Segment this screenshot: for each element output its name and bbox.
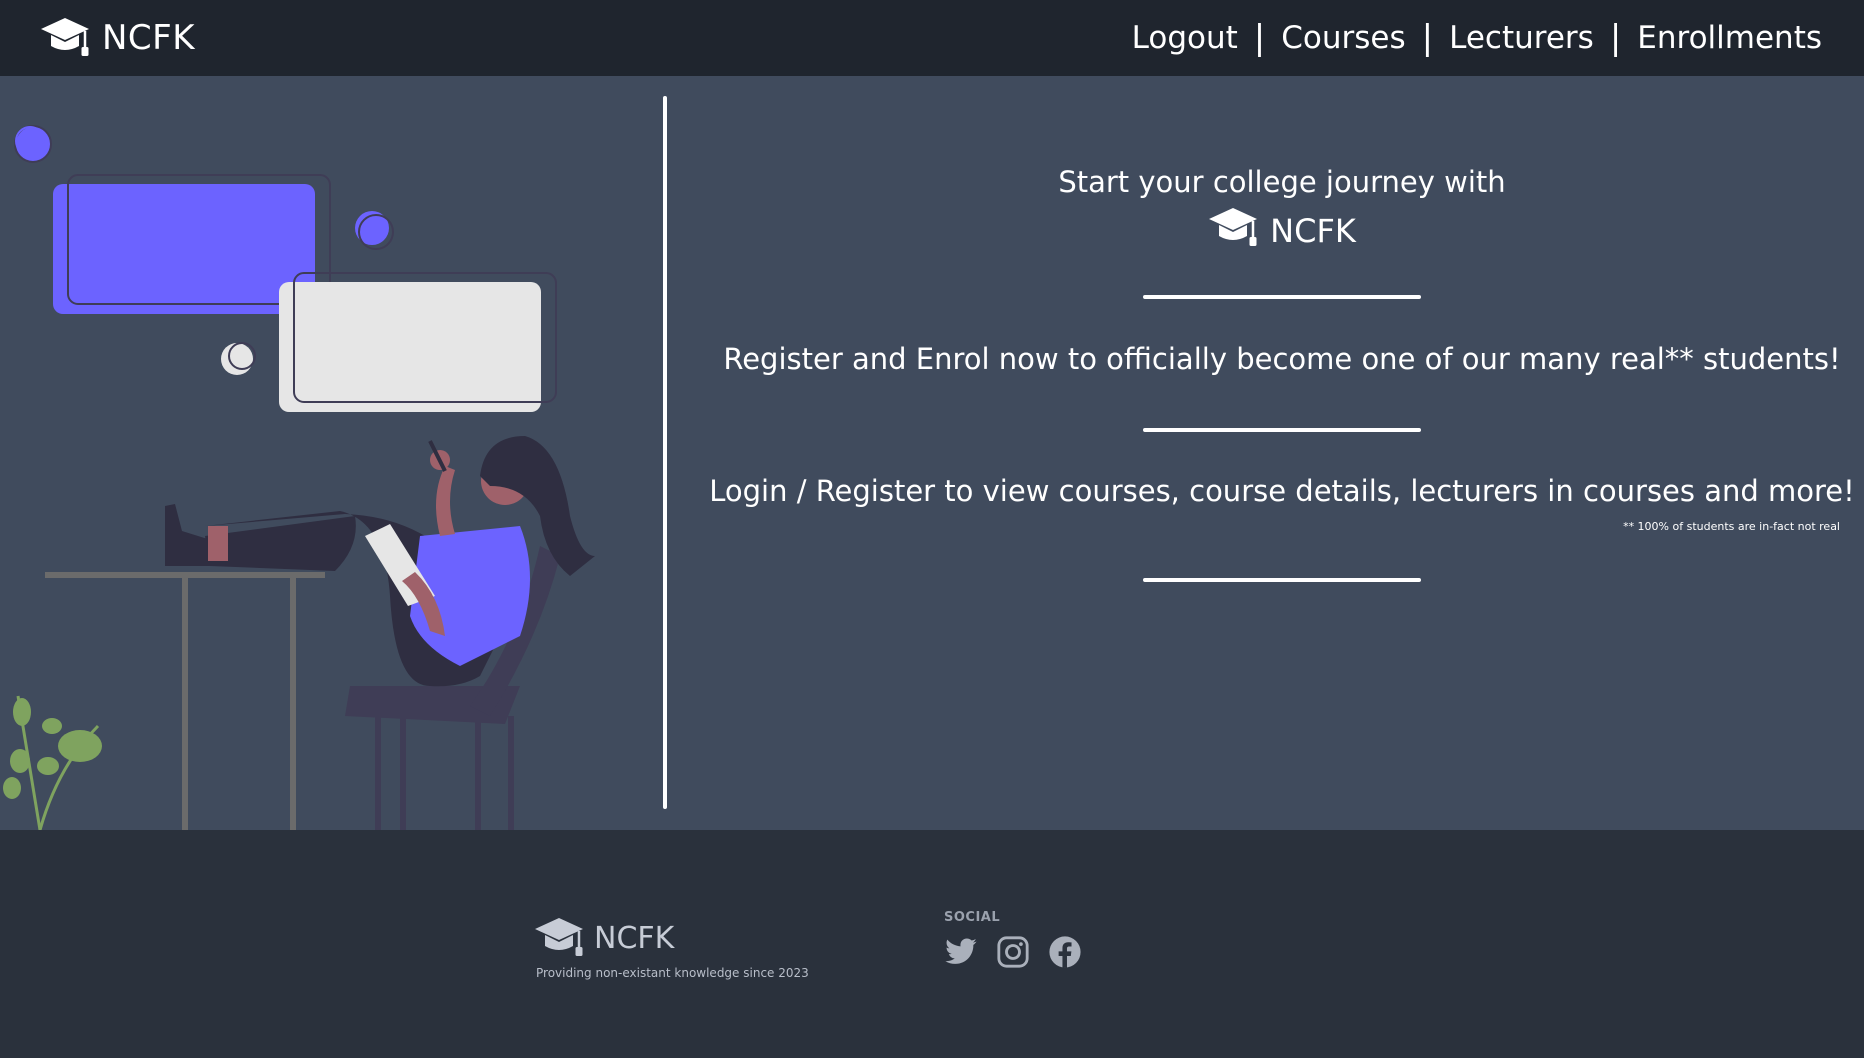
nav-enrollments[interactable]: Enrollments [1635,20,1824,56]
nav-lecturers[interactable]: Lecturers [1447,20,1596,56]
footer-brand-name: NCFK [594,920,675,956]
graduation-cap-icon [534,914,584,962]
horizontal-rule [1143,295,1421,299]
intro-brand-name: NCFK [1270,212,1356,250]
footer-social: SOCIAL [944,910,1082,969]
twitter-icon[interactable] [944,935,978,969]
footer: NCFK Providing non-existant knowledge si… [0,830,1864,1058]
footer-brand: NCFK Providing non-existant knowledge si… [534,914,809,980]
hero-content: Start your college journey with NCFK Reg… [700,76,1864,830]
hero-illustration [0,76,660,831]
intro-block: Start your college journey with NCFK [700,162,1864,258]
brand-name: NCFK [102,18,196,58]
vertical-divider [663,96,667,809]
footer-brand-row: NCFK [534,914,809,962]
nav-separator: | [1253,18,1266,58]
social-icons [944,935,1082,969]
brand-logo[interactable]: NCFK [40,14,195,62]
navbar: NCFK Logout | Courses | Lecturers | Enro… [0,0,1864,76]
nav-links: Logout | Courses | Lecturers | Enrollmen… [1130,18,1824,58]
hero-section: Start your college journey with NCFK Reg… [0,76,1864,831]
intro-brand: NCFK [700,204,1864,258]
horizontal-rule [1143,578,1421,582]
nav-courses[interactable]: Courses [1279,20,1407,56]
login-line: Login / Register to view courses, course… [709,474,1855,508]
nav-separator: | [1609,18,1622,58]
intro-line: Start your college journey with [1058,165,1506,199]
instagram-icon[interactable] [996,935,1030,969]
horizontal-rule [1143,428,1421,432]
register-line: Register and Enrol now to officially bec… [723,342,1841,376]
nav-separator: | [1421,18,1434,58]
social-title: SOCIAL [944,910,1001,925]
footer-tagline: Providing non-existant knowledge since 2… [536,966,809,980]
footnote: ** 100% of students are in-fact not real [1623,520,1840,533]
facebook-icon[interactable] [1048,935,1082,969]
graduation-cap-icon [40,14,90,62]
nav-logout[interactable]: Logout [1130,20,1240,56]
graduation-cap-icon [1208,204,1258,258]
